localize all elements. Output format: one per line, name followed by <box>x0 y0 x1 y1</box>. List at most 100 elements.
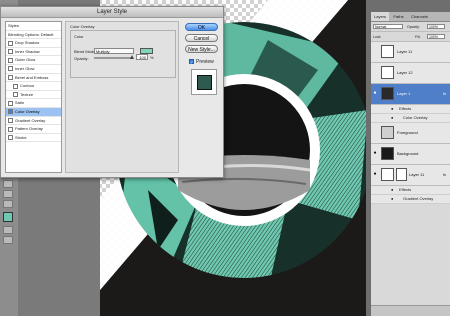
style-checkbox[interactable] <box>8 49 13 55</box>
style-item-label: Contour <box>20 83 35 89</box>
visibility-toggle[interactable] <box>372 69 378 75</box>
layer-row[interactable]: Foreground <box>371 123 450 144</box>
opacity-slider-handle[interactable] <box>130 55 134 59</box>
layer-opacity-input[interactable]: 100% <box>427 24 445 29</box>
style-checkbox[interactable] <box>8 117 13 123</box>
ok-button[interactable]: OK <box>185 23 218 31</box>
style-checkbox[interactable] <box>8 66 13 72</box>
style-item-label: Outer Glow <box>15 57 36 63</box>
eye-icon[interactable]: ● <box>391 106 393 111</box>
style-checkbox[interactable] <box>13 83 18 89</box>
style-item-label: Color Overlay <box>15 108 40 114</box>
layer-opacity-label: Opacity: <box>407 25 420 29</box>
style-item[interactable]: Pattern Overlay <box>6 125 61 134</box>
style-item[interactable]: Outer Glow <box>6 56 61 65</box>
foreground-color-swatch[interactable] <box>3 212 13 222</box>
eye-icon[interactable]: ● <box>372 150 378 156</box>
group-title: Color <box>74 34 84 39</box>
layer-row[interactable]: ● Background <box>371 144 450 165</box>
layer-name: Layer 11 <box>409 172 425 177</box>
style-checkbox[interactable] <box>8 100 13 106</box>
style-item[interactable]: Blending Options: Default <box>6 31 61 40</box>
panel-tabs: Layers Paths Channels <box>371 12 450 22</box>
quick-mask-icon[interactable] <box>3 226 13 234</box>
preview-label: Preview <box>196 59 214 65</box>
style-item[interactable]: Stroke <box>6 134 61 143</box>
style-preview <box>191 69 217 95</box>
gradient-overlay-effect: Gradient Overlay <box>403 196 434 201</box>
style-checkbox[interactable] <box>8 75 13 80</box>
fill-label: Fill: <box>415 35 421 39</box>
new-style-button[interactable]: New Style... <box>185 45 218 53</box>
style-checkbox[interactable] <box>8 126 13 132</box>
layer-thumbnail <box>381 168 394 181</box>
eye-icon[interactable]: ● <box>372 171 378 177</box>
blend-mode-select[interactable]: Multiply <box>94 48 134 54</box>
layer-mask-thumbnail <box>396 168 407 181</box>
opacity-input[interactable]: 100 <box>136 54 148 60</box>
style-checkbox[interactable] <box>8 40 13 46</box>
visibility-toggle[interactable] <box>372 48 378 54</box>
style-item-label: Blending Options: Default <box>8 31 54 37</box>
preview-checkbox[interactable]: ✓ <box>189 59 194 65</box>
effects-row[interactable]: ● Effects <box>371 186 450 195</box>
style-item-label: Texture <box>20 91 34 97</box>
tab-channels[interactable]: Channels <box>408 12 431 21</box>
dialog-title: Layer Style <box>1 7 223 18</box>
layer-row[interactable]: Layer 11 <box>371 42 450 63</box>
lock-row: Lock: Fill: 100% <box>371 32 450 42</box>
screen-mode-icon[interactable] <box>3 236 13 244</box>
effects-label: Effects <box>399 106 412 111</box>
eye-icon[interactable]: ● <box>391 196 393 201</box>
style-item[interactable]: Contour <box>6 82 61 91</box>
style-item[interactable]: Gradient Overlay <box>6 117 61 126</box>
layer-thumbnail <box>381 45 394 58</box>
effect-row[interactable]: ● Gradient Overlay <box>371 195 450 204</box>
preview-thumbnail <box>197 75 212 90</box>
layer-thumbnail <box>381 66 394 79</box>
layer-name: Foreground <box>397 130 418 135</box>
layer-blend-row: Normal Opacity: 100% <box>371 22 450 32</box>
eye-icon[interactable]: ● <box>391 115 393 120</box>
style-item[interactable]: Satin <box>6 99 61 108</box>
fx-icon[interactable]: fx <box>443 172 446 177</box>
style-item[interactable]: Color Overlay <box>6 107 61 117</box>
style-item[interactable]: Drop Shadow <box>6 39 61 48</box>
eye-icon[interactable]: ● <box>391 187 393 192</box>
style-item-label: Inner Glow <box>15 65 35 71</box>
eraser-tool-icon[interactable] <box>3 190 13 198</box>
fx-icon[interactable]: fx <box>443 91 446 96</box>
opacity-unit: % <box>150 55 154 60</box>
layer-name: Background <box>397 151 419 156</box>
layer-row[interactable]: Layer 12 <box>371 63 450 84</box>
eye-icon[interactable]: ● <box>372 90 378 96</box>
style-item[interactable]: Texture <box>6 91 61 100</box>
style-item-label: Pattern Overlay <box>15 126 43 132</box>
lock-label: Lock: <box>373 35 382 39</box>
effects-row[interactable]: ● Effects <box>371 105 450 114</box>
layer-style-dialog: Layer Style Styles Blending Options: Defa… <box>0 6 224 178</box>
style-checkbox[interactable] <box>8 135 13 141</box>
brush-tool-icon[interactable] <box>3 180 13 188</box>
layer-row-selected[interactable]: ● Layer 1 fx <box>371 84 450 105</box>
fill-input[interactable]: 100% <box>427 34 445 39</box>
style-checkbox[interactable] <box>8 57 13 63</box>
cancel-button[interactable]: Cancel <box>185 34 218 42</box>
visibility-toggle[interactable] <box>372 129 378 135</box>
layers-panel-footer <box>371 305 450 316</box>
opacity-slider[interactable] <box>94 57 132 59</box>
tab-paths[interactable]: Paths <box>390 12 406 21</box>
style-item-label: Stroke <box>15 134 27 140</box>
layer-name: Layer 11 <box>397 49 413 54</box>
style-item[interactable]: Bevel and Emboss <box>6 74 61 83</box>
style-checkbox[interactable] <box>13 92 18 98</box>
tab-layers[interactable]: Layers <box>371 12 390 21</box>
effect-row[interactable]: ● Color Overlay <box>371 114 450 123</box>
style-item[interactable]: Inner Shadow <box>6 48 61 57</box>
style-item[interactable]: Inner Glow <box>6 65 61 74</box>
layer-blend-mode-select[interactable]: Normal <box>373 24 403 29</box>
style-checkbox[interactable] <box>8 109 13 115</box>
pen-tool-icon[interactable] <box>3 200 13 208</box>
layer-row[interactable]: ● Layer 11 fx <box>371 165 450 186</box>
style-item[interactable]: Styles <box>6 22 61 31</box>
